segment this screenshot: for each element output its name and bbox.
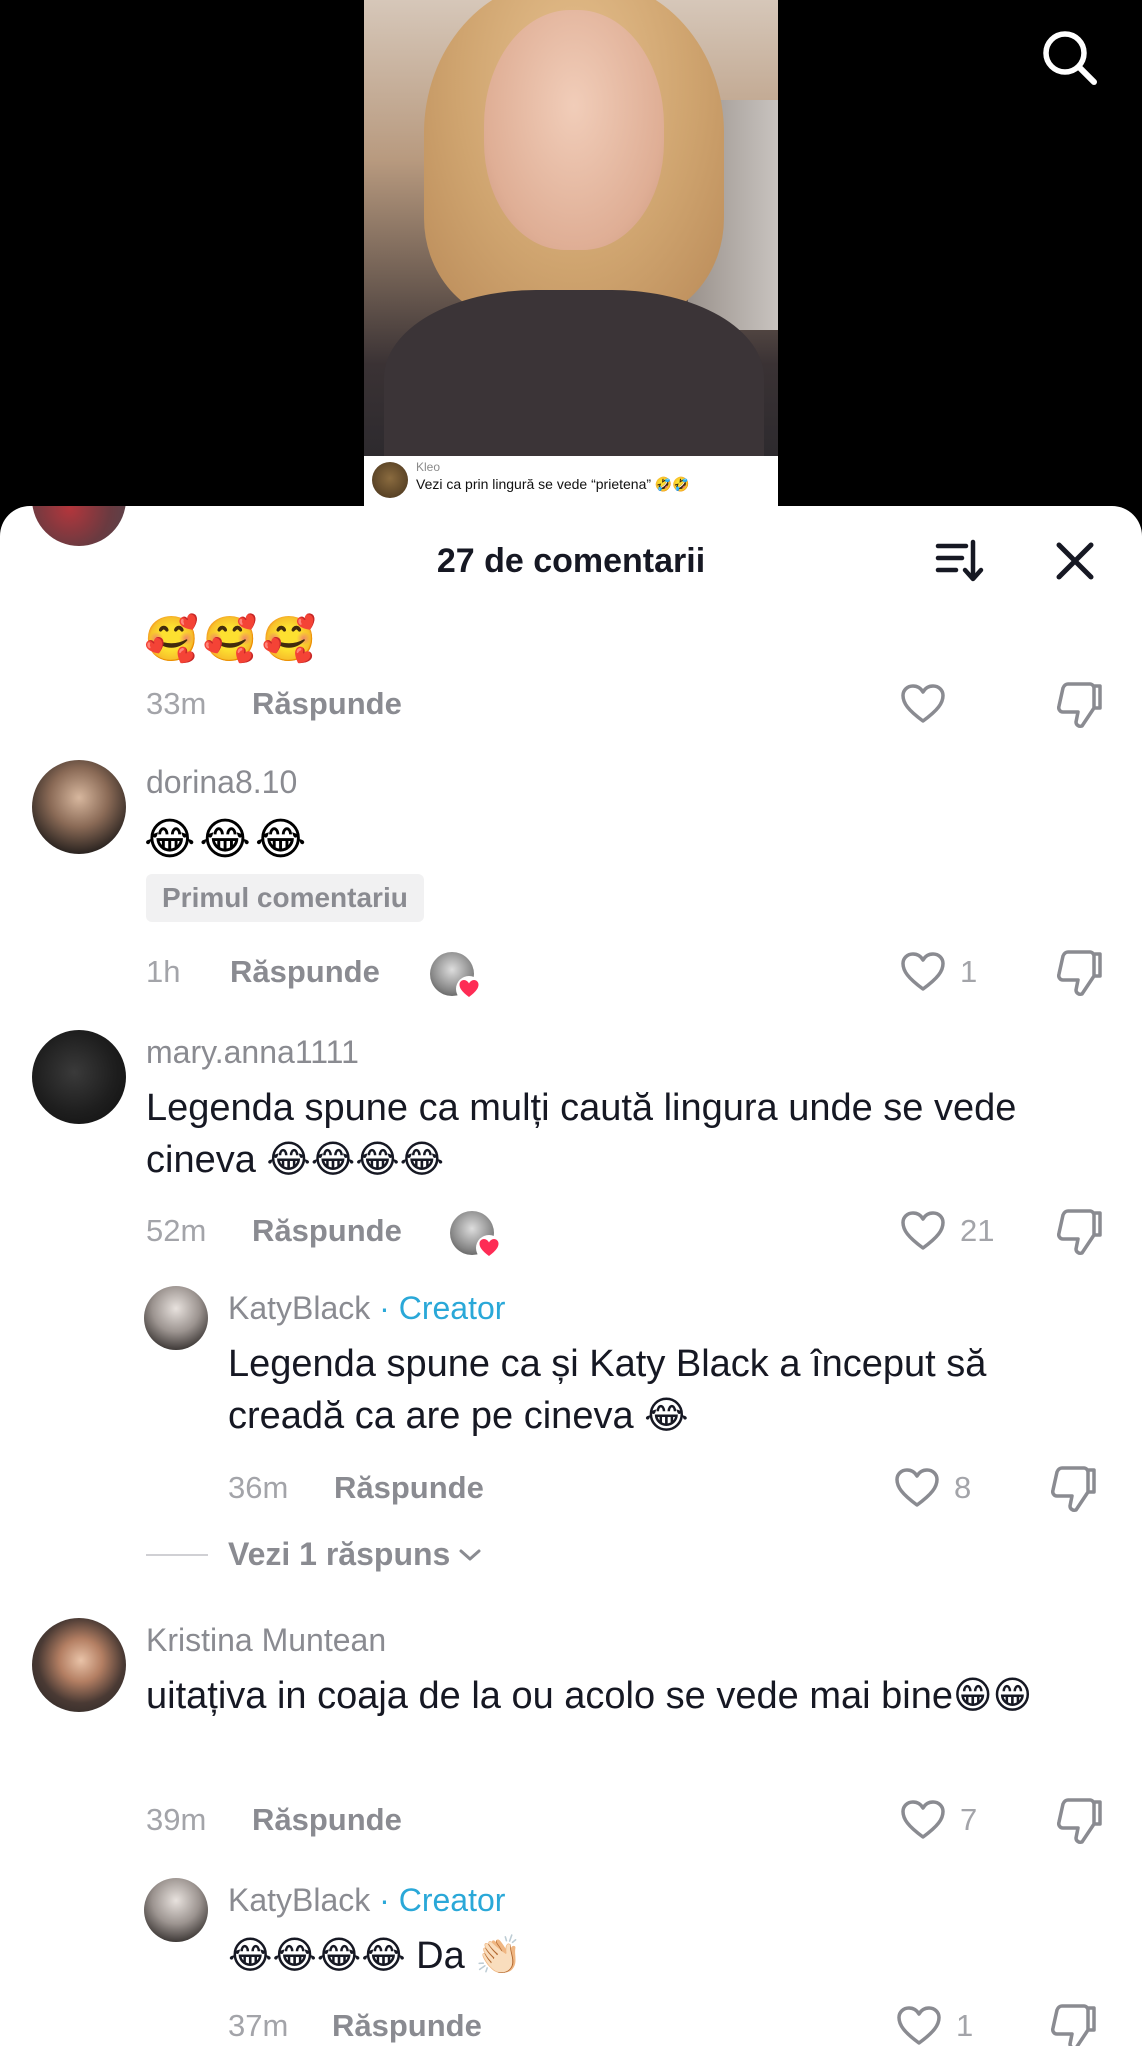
like-count: 8 [954, 1470, 972, 1505]
divider-line [146, 1553, 208, 1556]
reply-button[interactable]: Răspunde [252, 684, 402, 724]
reply-text: 😂😂😂😂 Da 👏🏻 [228, 1935, 523, 1977]
reply-username-text: KatyBlack [228, 1882, 371, 1918]
dislike-button[interactable] [1048, 1464, 1098, 1514]
comment-time: 33m [146, 686, 207, 721]
like-count: 7 [960, 1802, 978, 1837]
dislike-button[interactable] [1048, 2002, 1098, 2046]
thumbs-down-icon [1057, 1798, 1102, 1844]
comments-sheet: 27 de comentarii 🥰🥰🥰 33m Răspunde dorina… [0, 506, 1142, 2046]
comment-text: 🥰🥰🥰 [144, 615, 321, 664]
like-count: 1 [956, 2008, 974, 2043]
reply-button[interactable]: Răspunde [334, 1468, 484, 1508]
heart-icon [897, 2006, 941, 2045]
comment-username[interactable]: mary.anna1111 [146, 1032, 359, 1072]
like-button[interactable]: 1 [896, 2001, 973, 2046]
caption-text: Vezi ca prin lingură se vede “prietena” … [416, 476, 690, 492]
video-player[interactable] [364, 0, 778, 456]
like-count: 21 [960, 1213, 995, 1248]
caption-avatar [372, 462, 408, 498]
dislike-button[interactable] [1054, 1796, 1104, 1846]
heart-icon [895, 1468, 939, 1507]
video-subject-shirt [384, 290, 764, 456]
creator-liked-avatar [450, 1211, 502, 1261]
reply-avatar[interactable] [144, 1878, 208, 1942]
like-button[interactable]: 21 [900, 1206, 994, 1256]
heart-icon [901, 684, 945, 723]
video-subject-face [484, 10, 664, 250]
reply-button[interactable]: Răspunde [332, 2006, 482, 2046]
thumbs-down-icon [1057, 682, 1102, 728]
chevron-down-icon [459, 1549, 481, 1560]
thumbs-down-icon [1057, 950, 1102, 996]
reply-text: Legenda spune ca și Katy Black a început… [228, 1343, 987, 1437]
view-replies-button[interactable]: Vezi 1 răspuns [146, 1536, 482, 1573]
creator-tag: · Creator [379, 1290, 506, 1326]
thumbs-down-icon [1051, 2004, 1096, 2046]
heart-icon [901, 1211, 945, 1250]
video-area: Kleo Vezi ca prin lingură se vede “priet… [0, 0, 1142, 520]
like-button[interactable]: 7 [900, 1795, 977, 1845]
avatar[interactable] [32, 1030, 126, 1124]
dislike-button[interactable] [1054, 948, 1104, 998]
comment-text: Legenda spune ca mulți caută lingura und… [146, 1087, 1017, 1181]
comment-username[interactable]: Kristina Muntean [146, 1620, 386, 1660]
heart-icon [901, 952, 945, 991]
heart-icon [901, 1800, 945, 1839]
reply-button[interactable]: Răspunde [252, 1211, 402, 1251]
comment-text: 😂😂😂 [144, 815, 311, 864]
view-replies-label: Vezi 1 răspuns [228, 1536, 451, 1572]
first-comment-badge: Primul comentariu [146, 874, 424, 922]
close-icon[interactable] [1050, 536, 1100, 586]
like-button[interactable]: 8 [894, 1463, 971, 1513]
reply-button[interactable]: Răspunde [252, 1800, 402, 1840]
comment-time: 39m [146, 1802, 207, 1837]
reply-username[interactable]: KatyBlack · Creator [228, 1288, 505, 1328]
search-icon[interactable] [1040, 28, 1100, 88]
thumbs-down-icon [1051, 1466, 1096, 1512]
thumbs-down-icon [1057, 1209, 1102, 1255]
comment-text: uitațiva in coaja de la ou acolo se vede… [146, 1675, 1033, 1717]
creator-tag: · Creator [379, 1882, 506, 1918]
like-count: 1 [960, 954, 978, 989]
comments-header: 27 de comentarii [0, 506, 1142, 616]
comment-time: 52m [146, 1213, 207, 1248]
dislike-button[interactable] [1054, 680, 1104, 730]
avatar[interactable] [32, 1618, 126, 1712]
sort-icon[interactable] [934, 536, 984, 586]
reply-username[interactable]: KatyBlack · Creator [228, 1880, 505, 1920]
comment-time: 1h [146, 954, 181, 989]
caption-username: Kleo [416, 460, 441, 474]
reply-button[interactable]: Răspunde [230, 952, 380, 992]
comment-username[interactable]: dorina8.10 [146, 762, 297, 802]
reply-time: 36m [228, 1470, 289, 1505]
dislike-button[interactable] [1054, 1207, 1104, 1257]
heart-icon [476, 1235, 502, 1261]
heart-icon [456, 976, 482, 1002]
avatar[interactable] [32, 760, 126, 854]
like-button[interactable] [900, 679, 946, 729]
reply-username-text: KatyBlack [228, 1290, 371, 1326]
like-button[interactable]: 1 [900, 947, 977, 997]
creator-liked-avatar [430, 952, 482, 1002]
reply-time: 37m [228, 2008, 289, 2043]
reply-avatar[interactable] [144, 1286, 208, 1350]
